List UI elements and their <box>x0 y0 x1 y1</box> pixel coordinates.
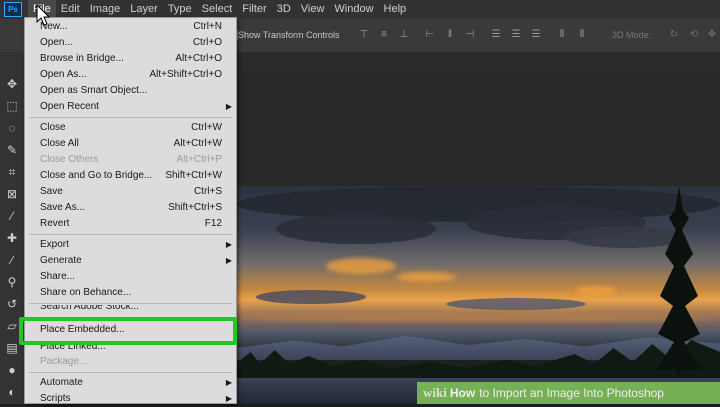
photoshop-logo-icon: Ps <box>4 2 22 17</box>
menu-item-open-as-smart-object[interactable]: Open as Smart Object... <box>25 83 236 99</box>
align-bottom-icon[interactable]: ⊥ <box>398 29 410 41</box>
history-brush-tool-icon[interactable]: ↺ <box>4 296 20 312</box>
frame-tool-icon[interactable]: ⊠ <box>4 186 20 202</box>
menu-item-open-recent[interactable]: Open Recent ▶ <box>25 99 236 115</box>
eraser-tool-icon[interactable]: ▱ <box>4 318 20 334</box>
mouse-cursor-icon <box>36 4 51 26</box>
submenu-arrow-icon: ▶ <box>225 378 232 387</box>
menu-item-close-all[interactable]: Close All Alt+Ctrl+W <box>25 136 236 152</box>
menu-item-new[interactable]: New... Ctrl+N <box>25 19 236 35</box>
watermark-how: How <box>449 386 476 400</box>
dodge-tool-icon[interactable]: ◐ <box>4 384 20 400</box>
menu-item-revert[interactable]: Revert F12 <box>25 216 236 232</box>
show-transform-label: Show Transform Controls <box>238 30 340 40</box>
menu-item-export[interactable]: Export ▶ <box>25 237 236 253</box>
menu-item-save-as[interactable]: Save As... Shift+Ctrl+S <box>25 200 236 216</box>
menu-separator <box>29 303 232 304</box>
menu-3d[interactable]: 3D <box>272 0 296 19</box>
watermark-title: to Import an Image Into Photoshop <box>479 386 664 400</box>
distribute-bottom-icon[interactable]: ☰ <box>530 29 542 41</box>
menu-item-share-on-behance[interactable]: Share on Behance... <box>25 285 236 301</box>
menu-item-package: Package... <box>40 356 88 367</box>
align-top-icon[interactable]: ⊤ <box>358 29 370 41</box>
menu-separator <box>29 234 232 235</box>
brush-tool-icon[interactable]: ∕ <box>4 252 20 268</box>
menu-help[interactable]: Help <box>379 0 412 19</box>
menu-separator <box>29 117 232 118</box>
quick-select-tool-icon[interactable]: ✎ <box>4 142 20 158</box>
align-right-icon[interactable]: ⊣ <box>464 29 476 41</box>
distribute-right-icon[interactable]: ⫴ <box>576 29 588 41</box>
menu-item-open-as[interactable]: Open As... Alt+Shift+Ctrl+O <box>25 67 236 83</box>
watermark-banner: wiki How to Import an Image Into Photosh… <box>417 382 720 404</box>
distribute-middle-icon[interactable]: ☰ <box>510 29 522 41</box>
menu-item-close-others: Close Others Alt+Ctrl+P <box>40 154 222 165</box>
3d-drag-icon[interactable]: ✥ <box>706 29 718 41</box>
distribute-top-icon[interactable]: ☰ <box>490 29 502 41</box>
tools-panel: ✥ ⬚ ◌ ✎ ⌗ ⊠ ⁄ ✚ ∕ ⚲ ↺ ▱ ▤ ● ◐ <box>0 52 25 404</box>
submenu-arrow-icon: ▶ <box>225 240 232 249</box>
menu-item-save[interactable]: Save Ctrl+S <box>25 184 236 200</box>
submenu-arrow-icon: ▶ <box>225 256 232 265</box>
landscape-photo <box>236 186 720 404</box>
file-menu-dropdown: New... Ctrl+N Open... Ctrl+O Browse in Bri… <box>19 17 237 407</box>
align-left-icon[interactable]: ⊢ <box>424 29 436 41</box>
distribute-left-icon[interactable]: ⫴ <box>556 29 568 41</box>
align-center-icon[interactable]: ‖ <box>444 29 456 41</box>
eyedropper-tool-icon[interactable]: ⁄ <box>4 208 20 224</box>
menu-item-automate[interactable]: Automate ▶ <box>25 375 236 391</box>
clone-stamp-tool-icon[interactable]: ⚲ <box>4 274 20 290</box>
menu-view[interactable]: View <box>296 0 330 19</box>
blur-tool-icon[interactable]: ● <box>4 362 20 378</box>
3d-roll-icon[interactable]: ⟲ <box>688 29 700 41</box>
menu-separator <box>29 372 232 373</box>
crop-tool-icon[interactable]: ⌗ <box>4 164 20 180</box>
gradient-tool-icon[interactable]: ▤ <box>4 340 20 356</box>
menu-item-search-adobe-stock[interactable]: Search Adobe Stock... <box>25 305 236 315</box>
menu-filter[interactable]: Filter <box>237 0 271 19</box>
menu-item-open[interactable]: Open... Ctrl+O <box>25 35 236 51</box>
healing-brush-tool-icon[interactable]: ✚ <box>4 230 20 246</box>
place-embedded-highlight <box>19 317 237 345</box>
3d-rotate-icon[interactable]: ↻ <box>668 29 680 41</box>
wikihow-logo: wiki <box>423 385 447 400</box>
move-tool-icon[interactable]: ✥ <box>4 76 20 92</box>
submenu-arrow-icon: ▶ <box>225 102 232 111</box>
menu-window[interactable]: Window <box>329 0 378 19</box>
lasso-tool-icon[interactable]: ◌ <box>4 120 20 136</box>
3d-mode-label: 3D Mode: <box>612 30 652 40</box>
submenu-arrow-icon: ▶ <box>225 394 232 403</box>
align-middle-icon[interactable]: ≡ <box>378 29 390 41</box>
menu-item-scripts[interactable]: Scripts ▶ <box>25 391 236 407</box>
menu-item-share[interactable]: Share... <box>25 269 236 285</box>
marquee-tool-icon[interactable]: ⬚ <box>4 98 20 114</box>
menu-item-generate[interactable]: Generate ▶ <box>25 253 236 269</box>
menu-item-browse-in-bridge[interactable]: Browse in Bridge... Alt+Ctrl+O <box>25 51 236 67</box>
menu-item-close[interactable]: Close Ctrl+W <box>25 120 236 136</box>
menu-item-close-and-go-to-bridge[interactable]: Close and Go to Bridge... Shift+Ctrl+W <box>25 168 236 184</box>
